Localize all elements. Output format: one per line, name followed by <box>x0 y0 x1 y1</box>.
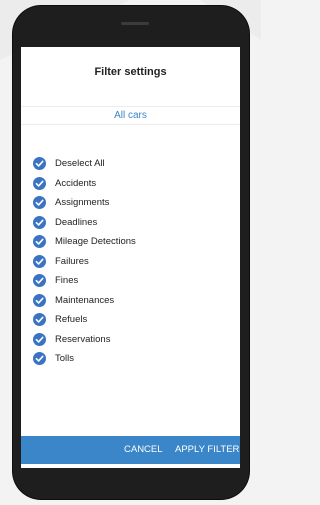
checkmark-circle-icon[interactable] <box>33 254 46 268</box>
filter-item-deadlines[interactable]: Deadlines <box>21 213 240 233</box>
filter-item-accidents[interactable]: Accidents <box>21 174 240 194</box>
filter-item-refuels[interactable]: Refuels <box>21 310 240 330</box>
page-title: Filter settings <box>94 66 167 78</box>
checkmark-circle-icon[interactable] <box>33 176 46 190</box>
phone-speaker <box>121 22 149 25</box>
filter-label: Refuels <box>55 314 88 325</box>
filter-item-mileage-detections[interactable]: Mileage Detections <box>21 232 240 252</box>
checkmark-circle-icon[interactable] <box>33 157 46 170</box>
checkmark-circle-icon[interactable] <box>33 215 46 229</box>
app-screen: Filter settings All cars Deselect All Ac… <box>21 47 240 468</box>
checkmark-circle-icon[interactable] <box>33 235 46 248</box>
filter-item-tolls[interactable]: Tolls <box>21 349 240 369</box>
filter-label: Assignments <box>55 197 110 208</box>
filter-item-failures[interactable]: Failures <box>21 252 240 272</box>
filter-item-maintenances[interactable]: Maintenances <box>21 291 240 311</box>
phone-frame: Filter settings All cars Deselect All Ac… <box>13 6 249 499</box>
checkmark-circle-icon[interactable] <box>33 196 46 209</box>
filter-label: Deselect All <box>55 158 105 169</box>
filter-label: Mileage Detections <box>55 236 136 247</box>
filter-label: Tolls <box>55 353 75 364</box>
checkmark-circle-icon[interactable] <box>33 332 46 346</box>
checkmark-circle-icon[interactable] <box>33 313 46 326</box>
filter-list: Deselect All Accidents Assignments Deadl… <box>21 154 240 369</box>
filter-item-fines[interactable]: Fines <box>21 271 240 291</box>
apply-filter-button[interactable]: APPLY FILTER <box>175 444 239 455</box>
filter-label: Accidents <box>55 177 97 189</box>
checkmark-circle-icon[interactable] <box>33 293 46 307</box>
filter-label: Fines <box>55 275 79 286</box>
filter-label: Deadlines <box>55 216 98 228</box>
checkmark-circle-icon[interactable] <box>33 274 46 287</box>
action-bar: CANCEL APPLY FILTER <box>21 436 240 464</box>
filter-label: Failures <box>55 255 89 267</box>
car-selector[interactable]: All cars <box>21 106 240 125</box>
filter-label: Maintenances <box>55 294 115 306</box>
filter-item-assignments[interactable]: Assignments <box>21 193 240 213</box>
cancel-button[interactable]: CANCEL <box>124 444 163 455</box>
filter-item-deselect-all[interactable]: Deselect All <box>21 154 240 174</box>
filter-item-reservations[interactable]: Reservations <box>21 330 240 350</box>
checkmark-circle-icon[interactable] <box>33 352 46 365</box>
filter-label: Reservations <box>55 333 111 345</box>
